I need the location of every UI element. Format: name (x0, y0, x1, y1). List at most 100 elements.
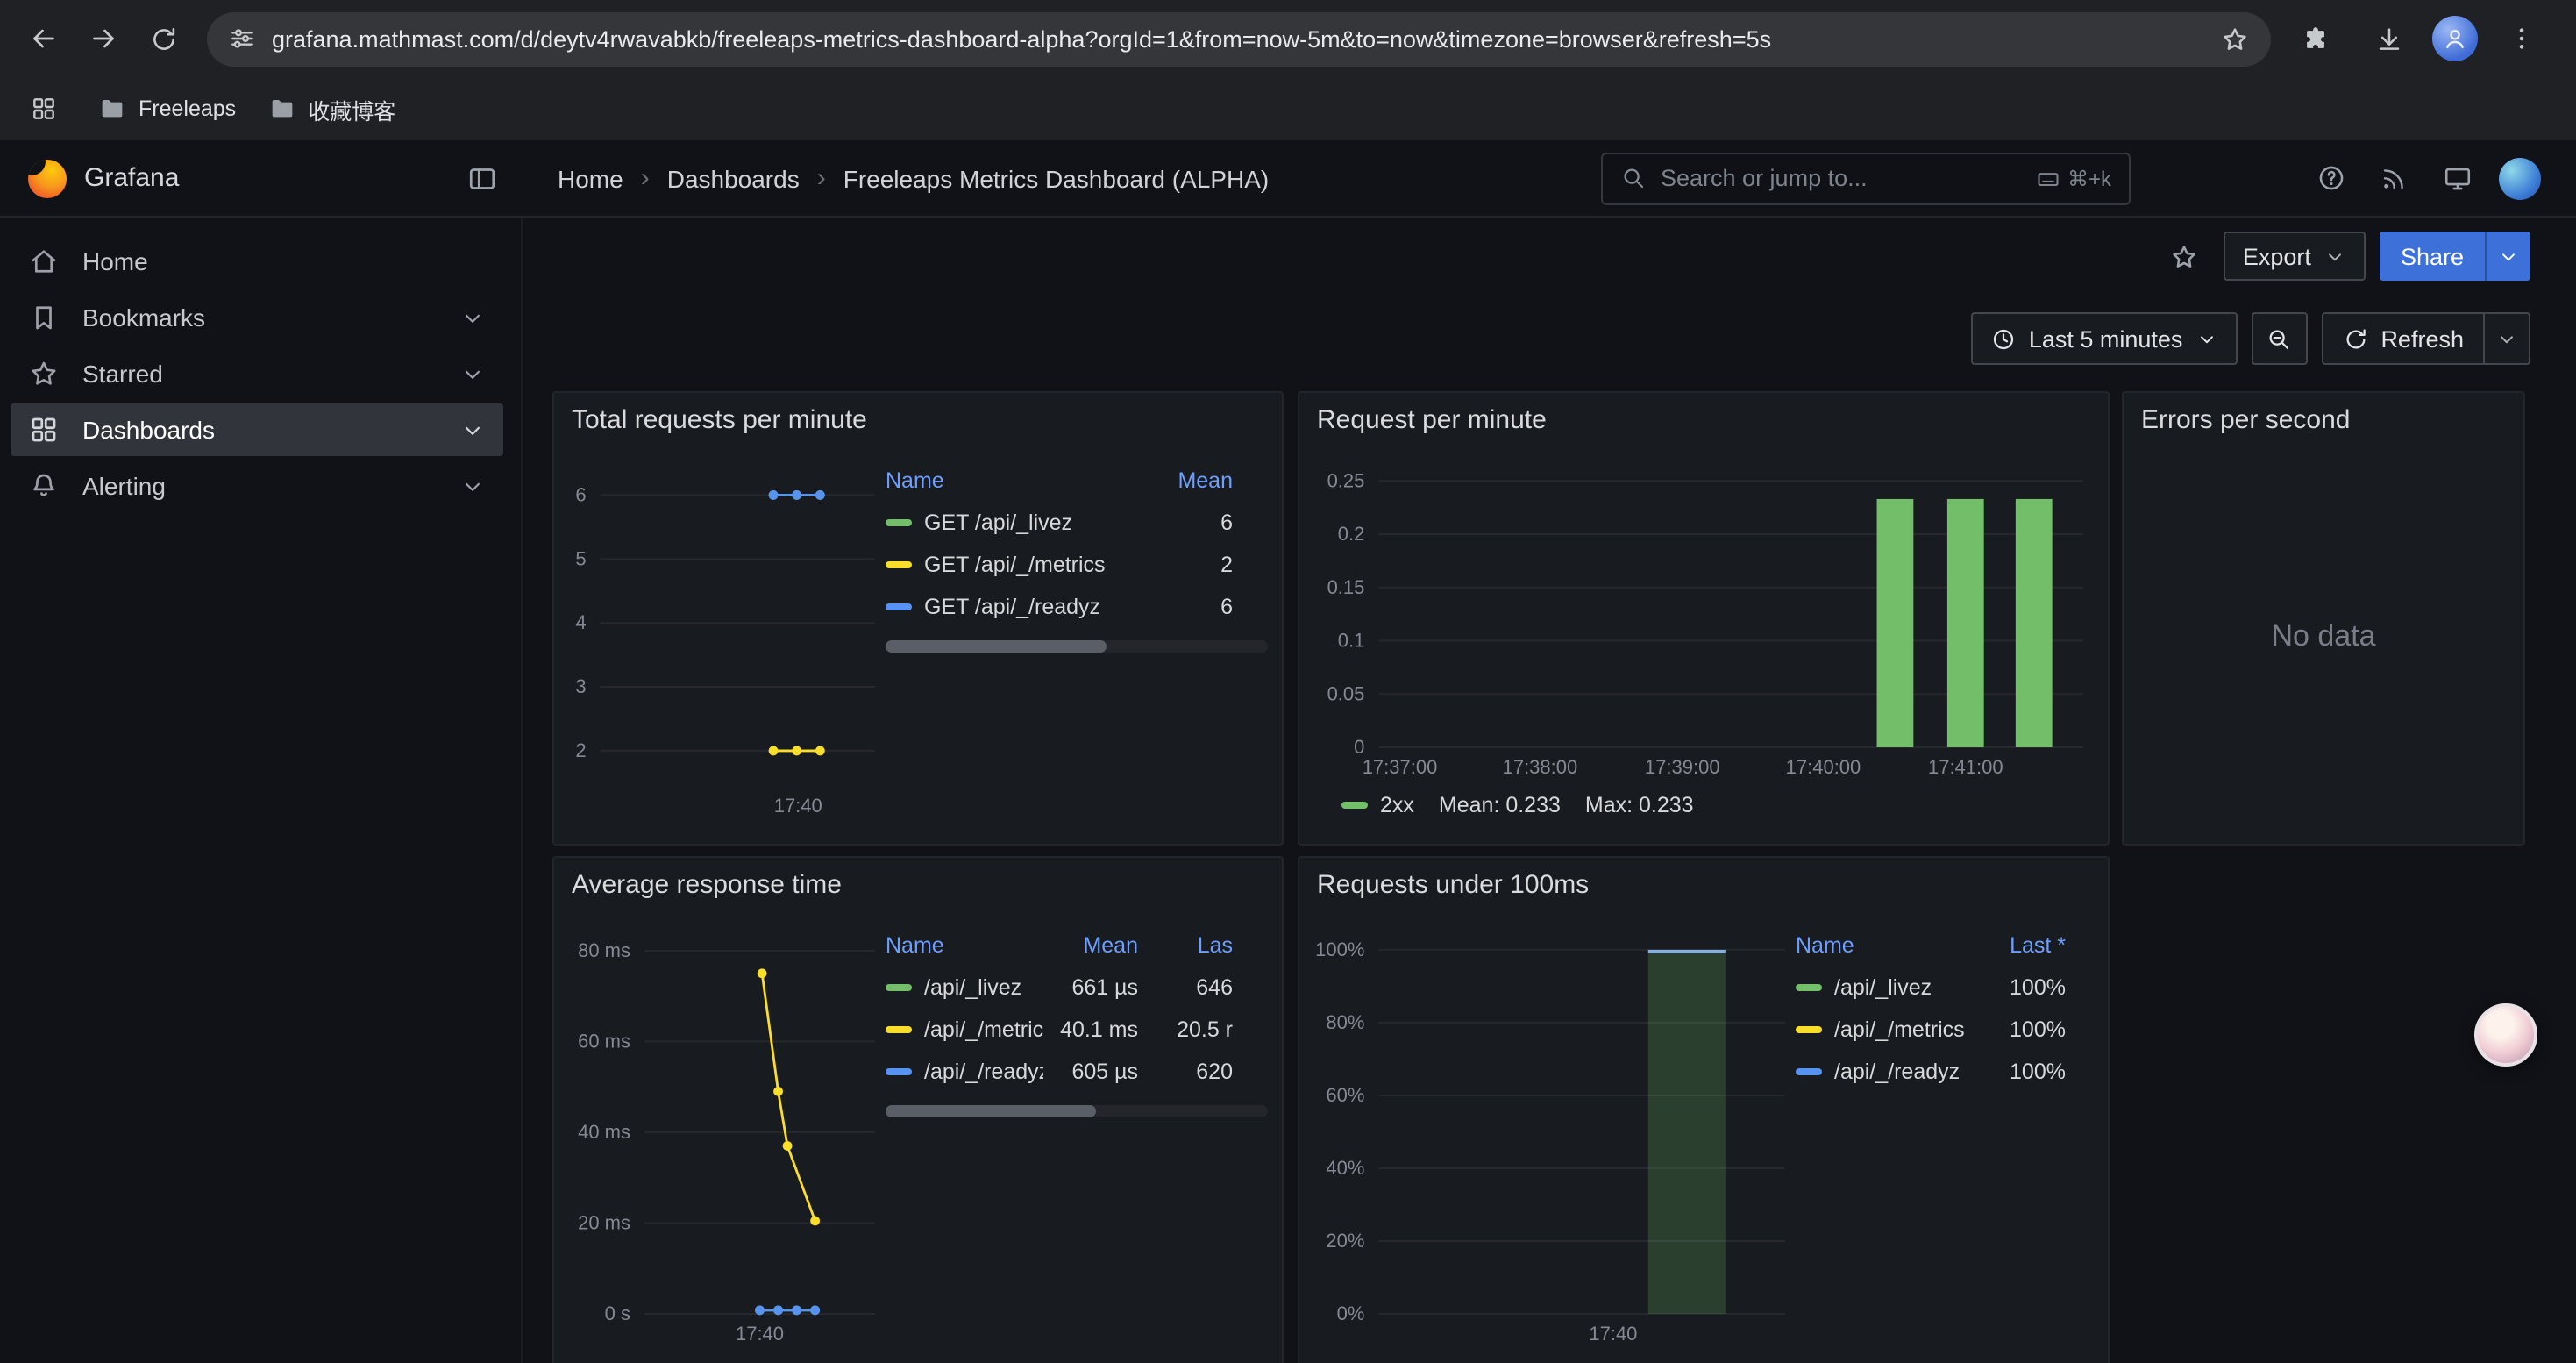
legend-column-header[interactable]: Name (1796, 933, 1971, 958)
reload-button[interactable] (133, 9, 193, 68)
chevron-down-icon (2323, 245, 2346, 268)
panel-title[interactable]: Request per minute (1299, 393, 2108, 446)
legend-scrollbar[interactable] (886, 1105, 1268, 1117)
svg-text:20%: 20% (1326, 1230, 1364, 1252)
sync-icon (2342, 325, 2368, 352)
panel-title[interactable]: Average response time (554, 858, 1282, 910)
legend-row[interactable]: GET /api/_/metrics2 (886, 544, 1268, 586)
series-name[interactable]: /api/_livez (1796, 975, 1971, 1000)
legend-scrollbar[interactable] (886, 640, 1268, 653)
series-color-dash (886, 1068, 912, 1075)
series-stat-max: Max: 0.233 (1585, 793, 1694, 817)
extensions-button[interactable] (2285, 9, 2345, 68)
refresh-button[interactable]: Refresh (2323, 314, 2483, 363)
svg-text:80%: 80% (1326, 1011, 1364, 1033)
sidebar-item-home[interactable]: Home (11, 235, 503, 288)
address-bar[interactable]: grafana.mathmast.com/d/deytv4rwavabkb/fr… (207, 11, 2271, 66)
export-button[interactable]: Export (2224, 232, 2366, 281)
scrollbar-thumb[interactable] (886, 640, 1107, 653)
legend-value: 661 µs (1043, 975, 1138, 1000)
svg-text:60%: 60% (1326, 1084, 1364, 1106)
bookmark-item-freeleaps[interactable]: Freeleaps (98, 95, 236, 123)
chevron-down-icon[interactable] (459, 360, 486, 387)
kiosk-mode-button[interactable] (2425, 150, 2488, 206)
series-name[interactable]: 2xx (1380, 793, 1414, 817)
person-icon (2441, 25, 2469, 53)
legend-row[interactable]: /api/_/metrics100% (1796, 1009, 2094, 1051)
chevron-down-icon[interactable] (459, 304, 486, 331)
user-avatar (2499, 157, 2541, 199)
breadcrumb-dashboards[interactable]: Dashboards (667, 164, 800, 192)
back-button[interactable] (14, 9, 74, 68)
legend-column-header[interactable]: Last * (1971, 933, 2066, 958)
legend-row[interactable]: /api/_/readyz605 µs620 (886, 1051, 1268, 1093)
kebab-menu-icon (2508, 25, 2536, 53)
user-menu-button[interactable] (2488, 150, 2551, 206)
site-info-tune-icon[interactable] (228, 25, 256, 53)
bookmarks-bar: Freeleaps 收藏博客 (0, 77, 2576, 140)
news-button[interactable] (2362, 150, 2425, 206)
screen: grafana.mathmast.com/d/deytv4rwavabkb/fr… (0, 0, 2576, 1363)
sidebar-item-alerting[interactable]: Alerting (11, 460, 503, 512)
bookmark-icon (28, 302, 60, 333)
downloads-button[interactable] (2359, 9, 2418, 68)
svg-text:17:38:00: 17:38:00 (1503, 756, 1578, 778)
series-label: /api/_/metrics (1834, 1017, 1965, 1042)
sidebar-item-dashboards[interactable]: Dashboards (11, 403, 503, 456)
series-name[interactable]: /api/_livez (886, 975, 1043, 1000)
panel-title[interactable]: Total requests per minute (554, 393, 1282, 446)
series-name[interactable]: /api/_/metrics (1796, 1017, 1971, 1042)
series-name[interactable]: /api/_/readyz (1796, 1060, 1971, 1084)
forward-button[interactable] (74, 9, 133, 68)
scrollbar-thumb[interactable] (886, 1105, 1096, 1117)
legend-column-header[interactable]: Las (1138, 933, 1233, 958)
help-button[interactable] (2299, 150, 2362, 206)
series-name[interactable]: /api/_/metrics (886, 1017, 1043, 1042)
chevron-down-icon[interactable] (459, 473, 486, 499)
profile-avatar[interactable] (2432, 16, 2478, 61)
bookmark-star-icon[interactable] (2220, 24, 2250, 54)
share-menu-button[interactable] (2485, 232, 2530, 281)
browser-toolbar: grafana.mathmast.com/d/deytv4rwavabkb/fr… (0, 0, 2576, 77)
refresh-interval-button[interactable] (2483, 314, 2529, 363)
sidebar-item-starred[interactable]: Starred (11, 347, 503, 400)
bookmark-item-blog[interactable]: 收藏博客 (267, 92, 395, 125)
panel-title[interactable]: Errors per second (2124, 393, 2523, 446)
sidebar-item-bookmarks[interactable]: Bookmarks (11, 291, 503, 344)
series-name[interactable]: /api/_/readyz (886, 1060, 1043, 1084)
share-button[interactable]: Share (2380, 232, 2485, 281)
breadcrumb-current-dashboard[interactable]: Freeleaps Metrics Dashboard (ALPHA) (843, 164, 1270, 192)
bar-chart: 0.250.20.150.10.05017:37:0017:38:0017:39… (1313, 449, 2094, 786)
legend-row[interactable]: /api/_livez100% (1796, 967, 2094, 1009)
legend-row[interactable]: GET /api/_/readyz6 (886, 586, 1268, 628)
series-name[interactable]: GET /api/_livez (886, 510, 1138, 535)
legend-column-header[interactable]: Name (886, 468, 1138, 493)
legend-row[interactable]: GET /api/_livez6 (886, 502, 1268, 544)
time-range-picker[interactable]: Last 5 minutes (1971, 312, 2238, 365)
chevron-down-icon[interactable] (459, 417, 486, 443)
legend-column-header[interactable]: Name (886, 933, 1043, 958)
apps-shortcut-button[interactable] (21, 86, 67, 132)
legend-column-header[interactable]: Mean (1138, 468, 1233, 493)
search-input[interactable] (1661, 165, 2022, 191)
panel-total-requests-per-minute: Total requests per minute 6543217:40 Nam… (552, 391, 1284, 846)
breadcrumb-home[interactable]: Home (558, 164, 623, 192)
legend-row[interactable]: /api/_/readyz100% (1796, 1051, 2094, 1093)
zoom-out-time-button[interactable] (2251, 312, 2307, 365)
series-name[interactable]: GET /api/_/metrics (886, 553, 1138, 577)
search-box[interactable]: ⌘+k (1601, 152, 2131, 204)
series-label: /api/_livez (924, 975, 1021, 1000)
legend-column-header[interactable]: Mean (1043, 933, 1138, 958)
panel-request-per-minute: Request per minute 0.250.20.150.10.05017… (1298, 391, 2110, 846)
legend-header-row: NameMeanLas (886, 924, 1268, 967)
assistant-avatar[interactable] (2474, 1003, 2537, 1067)
series-name[interactable]: GET /api/_/readyz (886, 595, 1138, 619)
browser-menu-button[interactable] (2492, 9, 2551, 68)
mega-menu-dock-button[interactable] (466, 162, 498, 194)
panel-title[interactable]: Requests under 100ms (1299, 858, 2108, 910)
arrow-right-icon (88, 23, 119, 54)
grafana-logo-icon[interactable] (28, 159, 67, 197)
legend-row[interactable]: /api/_/metrics40.1 ms20.5 r (886, 1009, 1268, 1051)
favorite-dashboard-button[interactable] (2160, 232, 2210, 281)
legend-row[interactable]: /api/_livez661 µs646 (886, 967, 1268, 1009)
